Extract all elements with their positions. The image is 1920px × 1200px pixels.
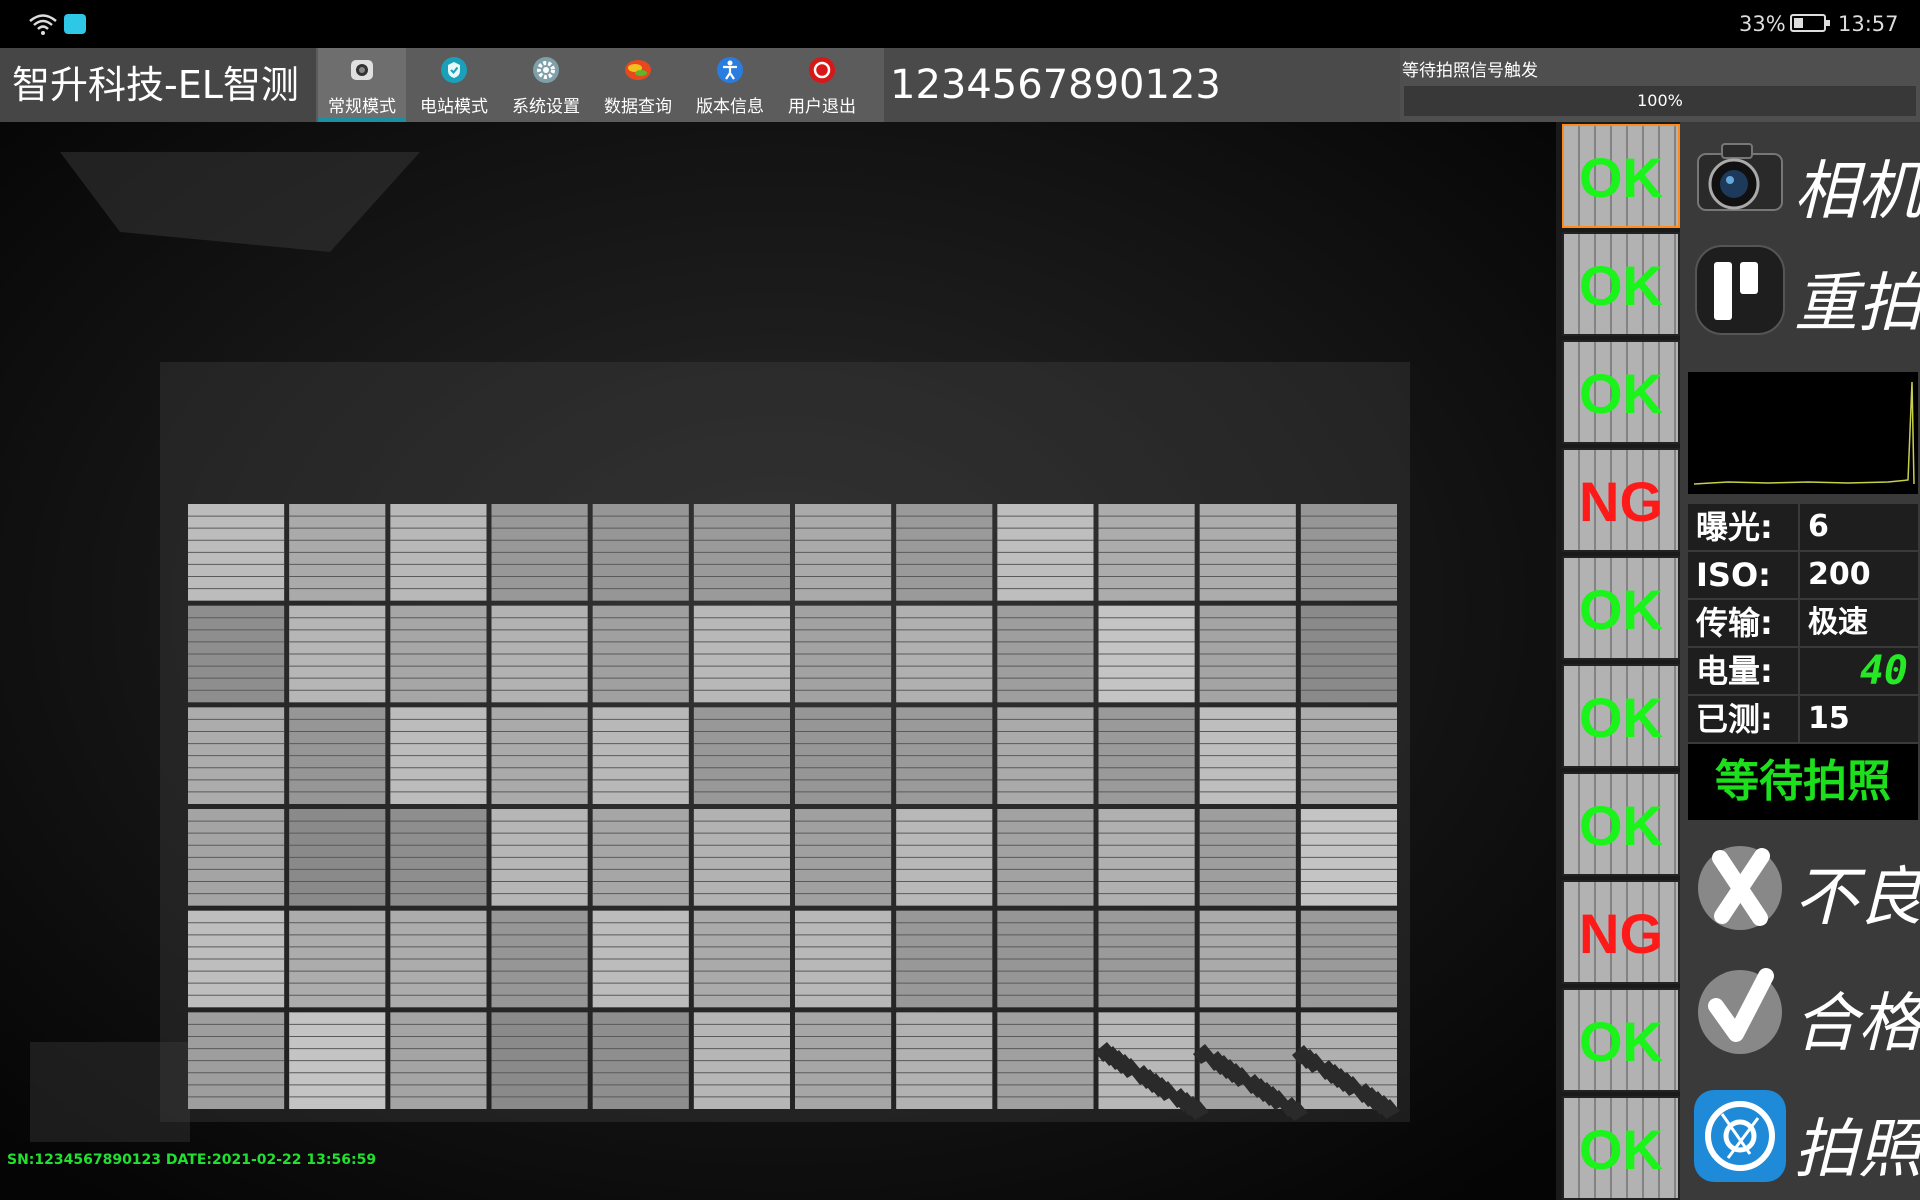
thumbnail-result: OK: [1579, 1010, 1663, 1073]
thumbnail-item[interactable]: OK: [1562, 772, 1680, 876]
power-icon: [809, 57, 835, 83]
param-exposure: 曝光: 6: [1688, 504, 1918, 550]
tab-station-mode[interactable]: 电站模式: [410, 48, 498, 122]
clock: 13:57: [1838, 12, 1899, 36]
camera-button[interactable]: 相机: [1680, 122, 1920, 232]
thumbnail-result: NG: [1579, 470, 1663, 533]
param-key: 已测:: [1696, 700, 1773, 738]
trigger-status-box: 等待拍照信号触发 100%: [1400, 48, 1920, 122]
tab-label: 系统设置: [512, 97, 580, 117]
thumbnail-result: OK: [1579, 362, 1663, 425]
thumbnail-item[interactable]: NG: [1562, 448, 1680, 552]
check-icon: [1698, 968, 1782, 1054]
param-transfer: 传输: 极速: [1688, 600, 1918, 646]
param-value: 40: [1859, 648, 1908, 694]
tab-version-info[interactable]: 版本信息: [686, 48, 774, 122]
gear-icon: [533, 57, 559, 83]
mark-pass-button[interactable]: 合格: [1680, 954, 1920, 1064]
param-tested-count: 已测: 15: [1688, 696, 1918, 742]
retake-label: 重拍: [1794, 267, 1920, 341]
el-image-viewer[interactable]: SN:1234567890123 DATE:2021-02-22 13:56:5…: [0, 122, 1556, 1200]
battery-fill: [1794, 18, 1804, 28]
tab-label: 数据查询: [604, 97, 672, 117]
app-icon: [64, 14, 86, 34]
trigger-label: 等待拍照信号触发: [1402, 61, 1538, 81]
thumbnail-item[interactable]: OK: [1562, 1096, 1680, 1200]
mark-bad-button[interactable]: 不良: [1680, 828, 1920, 938]
param-battery: 电量: 40: [1688, 648, 1918, 694]
thumbnail-result: OK: [1579, 254, 1663, 317]
retake-icon: [1695, 245, 1785, 335]
app-title: 智升科技-EL智测: [0, 48, 316, 122]
camera-icon: [351, 60, 373, 80]
right-control-panel: 相机 重拍 曝光: 6 ISO: 200 传输: 极速 电量: 40 已测: 1…: [1680, 122, 1920, 1200]
tab-label: 版本信息: [696, 97, 764, 117]
tab-label: 用户退出: [788, 97, 856, 117]
histogram: [1688, 372, 1918, 494]
shoot-label: 拍照: [1794, 1113, 1920, 1187]
pass-label: 合格: [1794, 987, 1920, 1061]
shoot-button[interactable]: 拍照: [1680, 1080, 1920, 1190]
thumbnail-result: OK: [1579, 146, 1663, 209]
param-key: 电量:: [1696, 652, 1773, 690]
shield-icon: [441, 57, 467, 83]
tab-label: 常规模式: [328, 97, 396, 117]
param-value: 200: [1808, 557, 1871, 592]
cross-icon: [1698, 846, 1782, 930]
thumbnail-item[interactable]: OK: [1562, 664, 1680, 768]
database-icon: [625, 60, 651, 80]
shutter-icon: [1694, 1090, 1786, 1182]
tab-system-settings[interactable]: 系统设置: [502, 48, 590, 122]
battery-icon: [1790, 14, 1830, 32]
thumbnail-item[interactable]: OK: [1562, 556, 1680, 660]
param-value: 6: [1808, 509, 1829, 544]
capture-status: 等待拍照: [1688, 744, 1918, 820]
thumbnail-result: OK: [1579, 794, 1663, 857]
progress-text: 100%: [1637, 91, 1683, 110]
serial-number-input[interactable]: [884, 48, 1400, 122]
thumbnail-item[interactable]: OK: [1562, 988, 1680, 1092]
param-key: 曝光:: [1696, 508, 1773, 546]
thumbnail-item[interactable]: NG: [1562, 880, 1680, 984]
tab-data-query[interactable]: 数据查询: [594, 48, 682, 122]
thumbnail-item[interactable]: OK: [1562, 232, 1680, 336]
battery-percent: 33%: [1739, 12, 1786, 36]
image-caption: SN:1234567890123 DATE:2021-02-22 13:56:5…: [7, 1152, 377, 1168]
thumbnail-result: OK: [1579, 1118, 1663, 1181]
thumbnail-item[interactable]: OK: [1562, 340, 1680, 444]
camera-icon: [1697, 143, 1783, 211]
param-key: 传输:: [1696, 604, 1773, 642]
param-key: ISO:: [1696, 556, 1771, 594]
param-value: 15: [1808, 701, 1850, 736]
top-toolbar: 智升科技-EL智测 常规模式 电站模式 系统设置 数据查询 版本信息 用户退出 …: [0, 48, 1920, 122]
thumbnail-result: OK: [1579, 686, 1663, 749]
tab-normal-mode[interactable]: 常规模式: [318, 48, 406, 122]
wifi-icon: [29, 14, 57, 35]
thumbnail-result: OK: [1579, 578, 1663, 641]
thumbnail-result: NG: [1579, 902, 1663, 965]
tab-label: 电站模式: [420, 97, 488, 117]
thumbnail-item[interactable]: OK: [1562, 124, 1680, 228]
info-person-icon: [717, 57, 743, 83]
retake-button[interactable]: 重拍: [1680, 234, 1920, 344]
param-value: 极速: [1808, 605, 1868, 640]
camera-label: 相机: [1794, 155, 1920, 229]
param-iso: ISO: 200: [1688, 552, 1918, 598]
progress-bar: 100%: [1404, 86, 1916, 116]
el-panel-image: [0, 122, 1556, 1200]
result-thumbnail-list: OK OK OK NG OK OK OK NG OK OK: [1556, 122, 1680, 1200]
tab-user-logout[interactable]: 用户退出: [778, 48, 866, 122]
status-bar: 33% 13:57: [0, 0, 1920, 48]
bad-label: 不良: [1794, 861, 1920, 935]
